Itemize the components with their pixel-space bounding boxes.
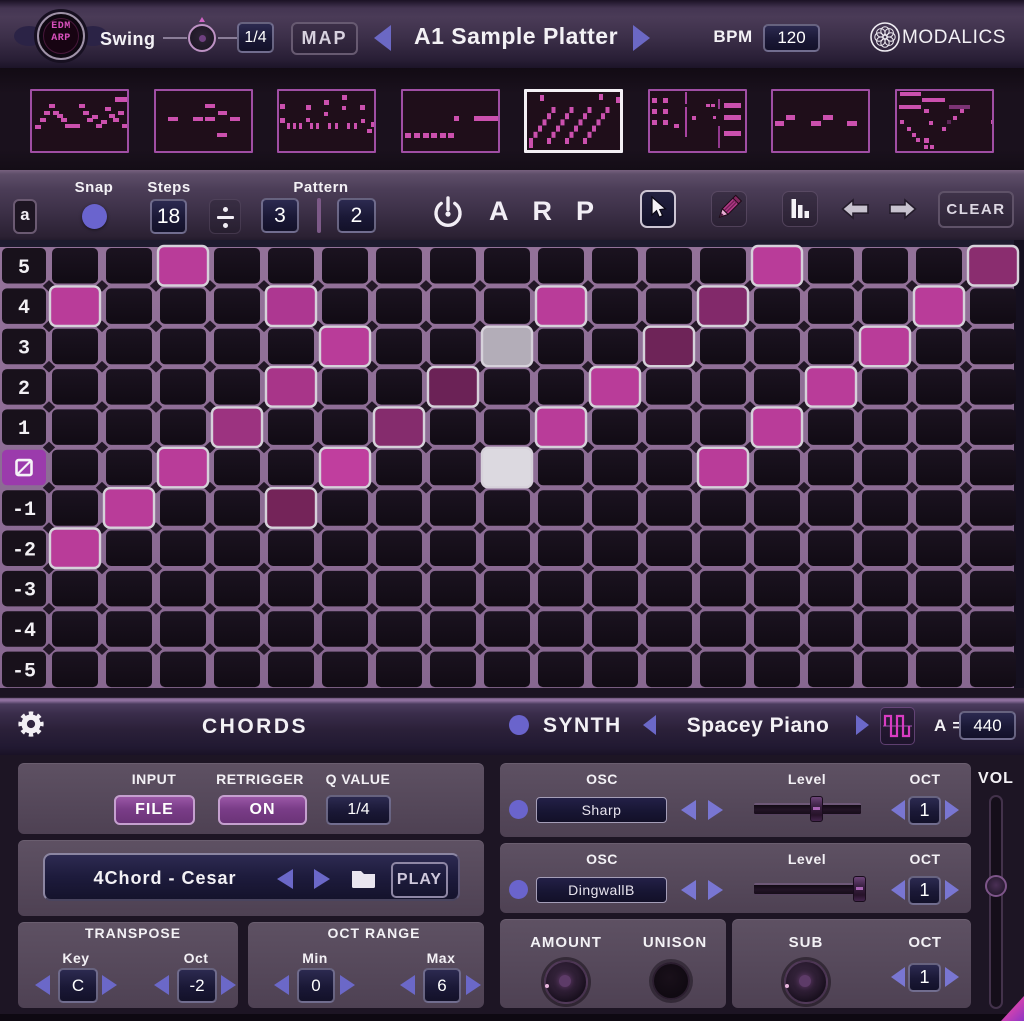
- svg-text:2: 2: [18, 378, 30, 401]
- svg-text:3: 3: [18, 338, 30, 361]
- svg-text:-2: -2: [12, 539, 36, 562]
- svg-text:4: 4: [18, 297, 30, 320]
- svg-text:1: 1: [18, 418, 30, 441]
- svg-text:-1: -1: [12, 499, 36, 522]
- svg-text:5: 5: [18, 257, 30, 280]
- svg-text:-5: -5: [12, 660, 36, 683]
- svg-text:-4: -4: [12, 620, 36, 643]
- svg-text:-3: -3: [12, 580, 36, 603]
